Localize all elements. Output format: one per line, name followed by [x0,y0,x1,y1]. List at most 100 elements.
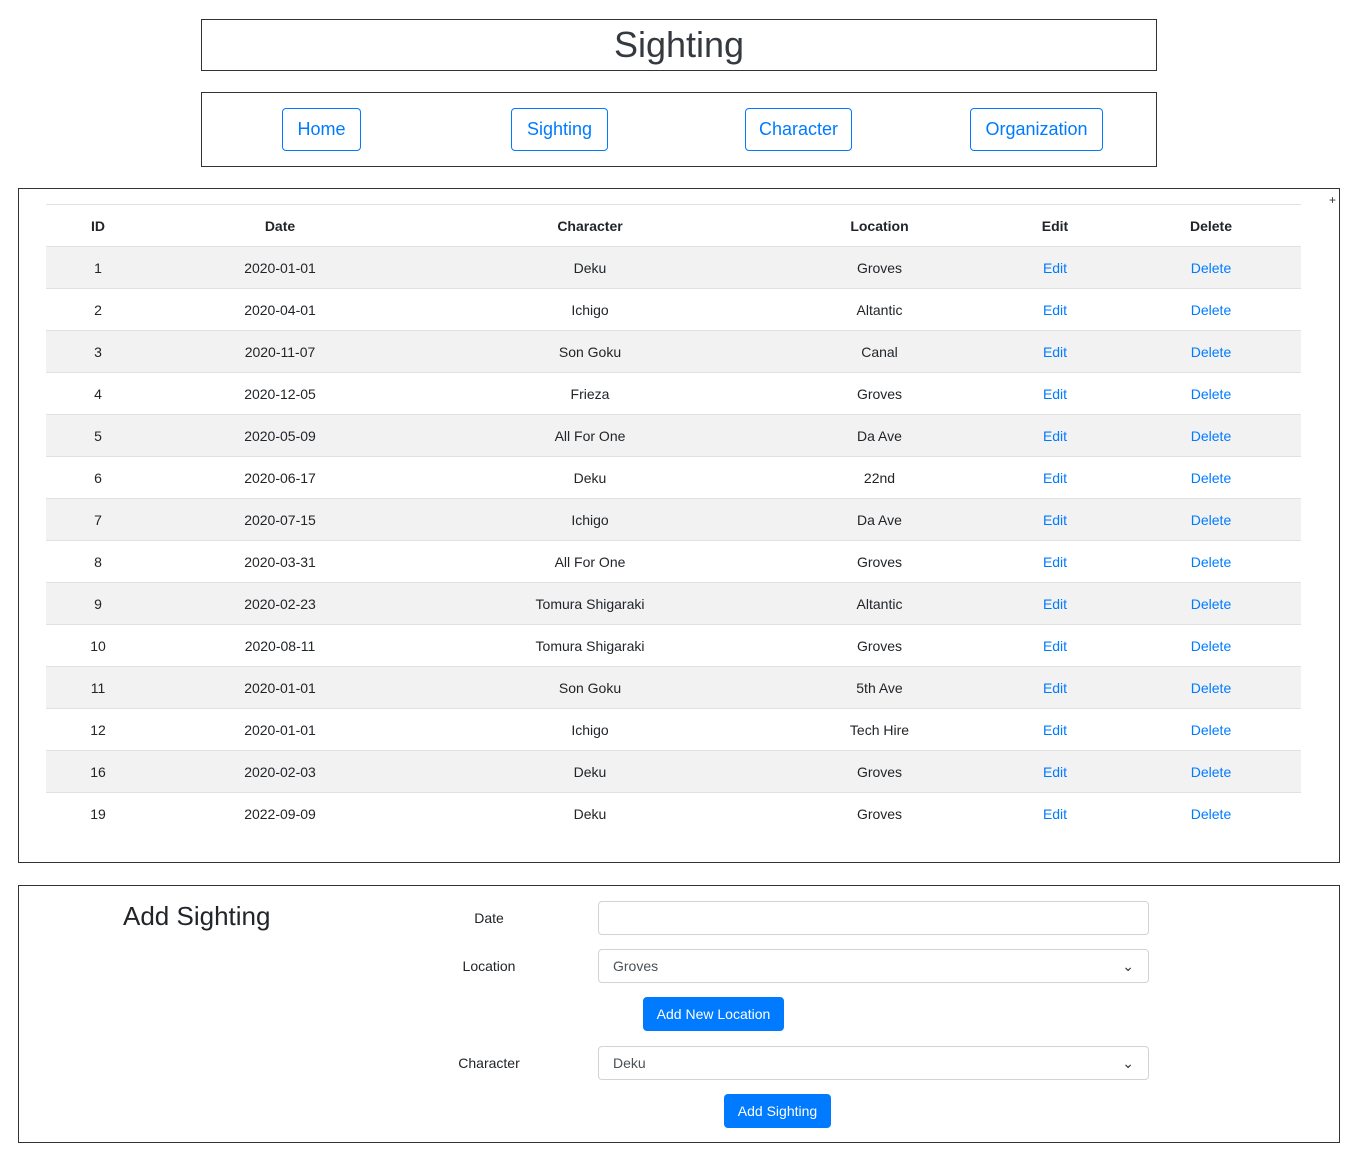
add-new-location-button[interactable]: Add New Location [643,997,784,1031]
delete-link[interactable]: Delete [1191,302,1231,318]
edit-link[interactable]: Edit [1043,512,1067,528]
sightings-table-panel: + ID Date Character Location Edit Delete… [18,188,1340,863]
table-cell: 2020-12-05 [150,372,410,415]
nav-character-button[interactable]: Character [745,108,852,151]
table-cell: Edit [989,666,1121,709]
nav-sighting-button[interactable]: Sighting [511,108,608,151]
table-cell: Tech Hire [770,708,989,751]
edit-link[interactable]: Edit [1043,428,1067,444]
table-cell: 1 [46,246,150,289]
location-select[interactable]: Groves ⌄ [598,949,1149,983]
table-row: 2 2020-04-01 Ichigo Altantic Edit Delete [46,288,1301,331]
nav-organization-button[interactable]: Organization [970,108,1103,151]
edit-link[interactable]: Edit [1043,302,1067,318]
table-cell: 2020-07-15 [150,498,410,541]
cell-date: 2020-12-05 [244,385,316,402]
location-label: Location [462,958,516,974]
edit-link[interactable]: Edit [1043,764,1067,780]
cell-id: 1 [94,259,102,276]
date-input[interactable] [598,901,1149,935]
table-header-row: ID Date Character Location Edit Delete [46,204,1301,247]
edit-link[interactable]: Edit [1043,344,1067,360]
cell-date: 2020-01-01 [244,259,316,276]
table-cell: Da Ave [770,498,989,541]
edit-link[interactable]: Edit [1043,596,1067,612]
page-header: Sighting [201,19,1157,71]
table-cell: Deku [410,792,770,834]
edit-link[interactable]: Edit [1043,680,1067,696]
edit-link[interactable]: Edit [1043,260,1067,276]
cell-id: 9 [94,595,102,612]
table-cell: 11 [46,666,150,709]
table-cell: Delete [1121,792,1301,834]
cell-id: 16 [90,763,106,780]
table-row: 6 2020-06-17 Deku 22nd Edit Delete [46,456,1301,499]
cell-date: 2020-08-11 [244,637,316,654]
column-header-location: Location [770,204,989,247]
table-cell: Son Goku [410,330,770,373]
table-cell: Delete [1121,624,1301,667]
delete-link[interactable]: Delete [1191,806,1231,822]
edit-link[interactable]: Edit [1043,638,1067,654]
location-selected-value: Groves [613,958,659,974]
table-cell: 2022-09-09 [150,792,410,834]
table-cell: Delete [1121,750,1301,793]
delete-link[interactable]: Delete [1191,428,1231,444]
delete-link[interactable]: Delete [1191,596,1231,612]
cell-location: 22nd [863,469,896,486]
delete-link[interactable]: Delete [1191,680,1231,696]
table-cell: Delete [1121,540,1301,583]
table-cell: 2020-06-17 [150,456,410,499]
cell-date: 2022-09-09 [244,805,316,822]
table-cell: Groves [770,792,989,834]
delete-link[interactable]: Delete [1191,512,1231,528]
cell-id: 2 [94,301,102,318]
edit-link[interactable]: Edit [1043,470,1067,486]
table-cell: Ichigo [410,708,770,751]
table-cell: Delete [1121,330,1301,373]
edit-link[interactable]: Edit [1043,806,1067,822]
table-cell: 2020-01-01 [150,246,410,289]
delete-link[interactable]: Delete [1191,638,1231,654]
delete-link[interactable]: Delete [1191,470,1231,486]
corner-plus-mark: + [1328,193,1336,207]
chevron-down-icon: ⌄ [1122,1054,1134,1071]
column-header-delete: Delete [1121,204,1301,247]
table-cell: 6 [46,456,150,499]
delete-link[interactable]: Delete [1191,722,1231,738]
nav-home-button[interactable]: Home [282,108,361,151]
table-row: 1 2020-01-01 Deku Groves Edit Delete [46,246,1301,289]
column-header-id: ID [46,204,150,247]
column-header-edit: Edit [989,204,1121,247]
table-cell: 19 [46,792,150,834]
edit-link[interactable]: Edit [1043,554,1067,570]
table-row: 10 2020-08-11 Tomura Shigaraki Groves Edit De… [46,624,1301,667]
edit-link[interactable]: Edit [1043,386,1067,402]
delete-link[interactable]: Delete [1191,764,1231,780]
table-cell: Edit [989,330,1121,373]
edit-link[interactable]: Edit [1043,722,1067,738]
cell-location: Groves [856,259,903,276]
delete-link[interactable]: Delete [1191,260,1231,276]
table-cell: Groves [770,246,989,289]
table-cell: 22nd [770,456,989,499]
table-row: 9 2020-02-23 Tomura Shigaraki Altantic Edit D… [46,582,1301,625]
table-cell: 2020-03-31 [150,540,410,583]
character-select[interactable]: Deku ⌄ [598,1046,1149,1080]
add-sighting-button[interactable]: Add Sighting [724,1094,831,1128]
cell-id: 10 [90,637,106,654]
cell-id: 19 [90,805,106,822]
date-label: Date [474,910,504,926]
cell-location: Tech Hire [849,721,910,738]
delete-link[interactable]: Delete [1191,344,1231,360]
cell-location: Altantic [856,301,903,318]
table-cell: Canal [770,330,989,373]
table-cell: Tomura Shigaraki [410,624,770,667]
table-cell: Da Ave [770,414,989,457]
delete-link[interactable]: Delete [1191,554,1231,570]
table-cell: Delete [1121,372,1301,415]
delete-link[interactable]: Delete [1191,386,1231,402]
character-label: Character [458,1055,520,1071]
cell-location: Groves [856,805,903,822]
cell-date: 2020-07-15 [244,511,316,528]
